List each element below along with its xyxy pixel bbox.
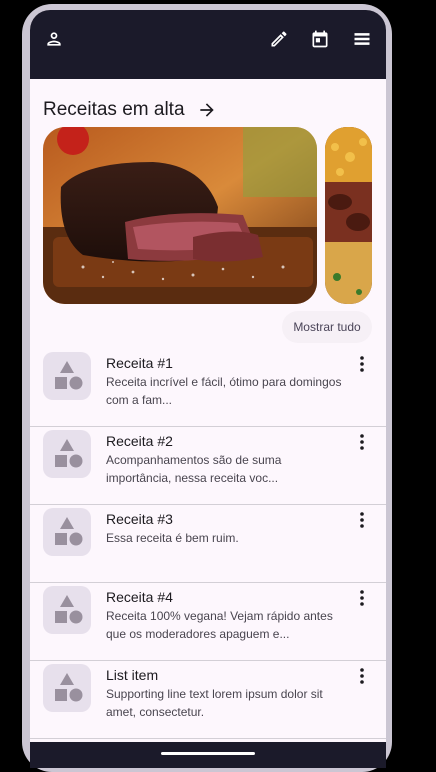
shapes-icon [55,517,83,546]
more-vert-icon[interactable] [356,433,368,451]
more-vert-icon[interactable] [356,667,368,685]
arrow-forward-icon [199,103,214,117]
edit-icon[interactable] [268,28,290,50]
list-item[interactable]: Receita #1 Receita incrível e fácil, óti… [30,349,386,427]
shapes-icon [55,439,83,468]
recipe-description: Essa receita é bem ruim. [106,531,239,545]
person-icon[interactable] [43,28,65,50]
recipe-thumbnail-placeholder [43,352,91,400]
recipe-title: Receita #4 [106,589,173,605]
list-item[interactable]: List item Supporting line text lorem ips… [30,661,386,739]
carousel-image-side-dish[interactable] [325,127,372,304]
recipe-thumbnail-placeholder [43,664,91,712]
steak-photo [43,127,317,304]
recipe-title: Receita #1 [106,355,173,371]
system-nav-bar [30,742,386,768]
recipe-description: Receita incrível e fácil, ótimo para dom… [106,375,342,407]
calendar-icon[interactable] [309,28,331,50]
menu-icon[interactable] [351,28,373,50]
home-indicator[interactable] [161,752,255,755]
more-vert-icon[interactable] [356,355,368,373]
app-screen: Receitas em alta Mostrar tudo Receita #1… [30,10,386,768]
recipe-description: Receita 100% vegana! Vejam rápido antes … [106,609,333,641]
more-vert-icon[interactable] [356,589,368,607]
recipe-title: Receita #3 [106,511,173,527]
carousel-image-steak[interactable] [43,127,317,304]
list-item[interactable]: Receita #2 Acompanhamentos são de suma i… [30,427,386,505]
trending-header[interactable]: Receitas em alta [43,99,217,121]
more-vert-icon[interactable] [356,511,368,529]
list-item[interactable]: Receita #4 Receita 100% vegana! Vejam rá… [30,583,386,661]
show-all-button[interactable]: Mostrar tudo [282,311,372,343]
side-dish-photo [325,127,372,304]
recipe-description: Supporting line text lorem ipsum dolor s… [106,687,323,719]
top-app-bar [30,10,386,79]
list-item[interactable]: Receita #3 Essa receita é bem ruim. [30,505,386,583]
shapes-icon [55,673,83,702]
main-content: Receitas em alta Mostrar tudo Receita #1… [30,79,386,742]
shapes-icon [55,361,83,390]
recipe-thumbnail-placeholder [43,508,91,556]
recipe-thumbnail-placeholder [43,586,91,634]
recipe-title: Receita #2 [106,433,173,449]
shapes-icon [55,595,83,624]
trending-title: Receitas em alta [43,99,185,120]
recipe-description: Acompanhamentos são de suma importância,… [106,453,282,485]
recipe-list: Receita #1 Receita incrível e fácil, óti… [30,349,386,739]
recipe-thumbnail-placeholder [43,430,91,478]
recipe-title: List item [106,667,159,683]
